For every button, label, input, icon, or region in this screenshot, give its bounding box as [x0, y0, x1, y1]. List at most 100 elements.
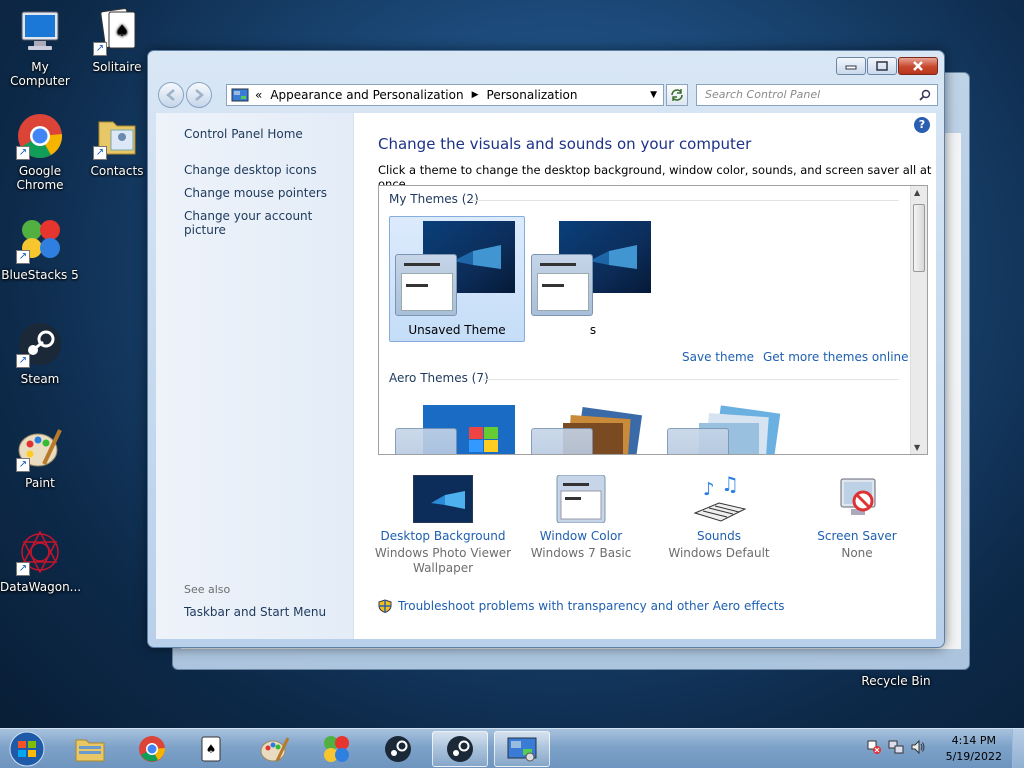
- theme-tile-s[interactable]: s: [525, 216, 661, 342]
- taskbar-explorer-button[interactable]: [62, 731, 118, 767]
- breadcrumb-prefix[interactable]: «: [255, 88, 262, 102]
- address-dropdown-icon[interactable]: ▼: [650, 90, 657, 100]
- windows-logo-icon: [9, 731, 45, 767]
- back-button[interactable]: [158, 82, 184, 108]
- taskbar-chrome-button[interactable]: [124, 731, 180, 767]
- navigation-bar: « Appearance and Personalization ▶ Perso…: [156, 81, 938, 109]
- change-desktop-icons-link[interactable]: Change desktop icons: [184, 163, 317, 177]
- desktop-icon-bluestacks[interactable]: ↗ BlueStacks 5: [0, 216, 80, 282]
- steam-icon: ↗: [16, 320, 64, 368]
- left-pane: Control Panel Home Change desktop icons …: [156, 113, 354, 639]
- breadcrumb-personalization[interactable]: Personalization: [487, 88, 578, 102]
- taskbar-start-menu-link[interactable]: Taskbar and Start Menu: [184, 605, 326, 619]
- desktop-icon-label: Google Chrome: [16, 164, 64, 192]
- close-button[interactable]: [898, 57, 938, 75]
- desktop-icon-label: DataWagon...: [0, 580, 82, 594]
- control-panel-home-link[interactable]: Control Panel Home: [184, 127, 303, 141]
- forward-button[interactable]: [186, 82, 212, 108]
- paint-icon: ↗: [16, 424, 64, 472]
- refresh-button[interactable]: [666, 84, 688, 106]
- svg-text:♪: ♪: [703, 479, 715, 500]
- control-panel-icon: [507, 737, 537, 762]
- help-icon[interactable]: ?: [914, 117, 930, 133]
- screen-saver-icon: [827, 475, 887, 523]
- datawagon-icon: ↗: [16, 528, 64, 576]
- change-mouse-pointers-link[interactable]: Change mouse pointers: [184, 186, 327, 200]
- screen-saver-label[interactable]: Screen Saver: [782, 529, 932, 543]
- search-placeholder: Search Control Panel: [705, 88, 821, 101]
- theme-tile-unsaved[interactable]: Unsaved Theme: [389, 216, 525, 342]
- window-color-label[interactable]: Window Color: [506, 529, 656, 543]
- volume-icon[interactable]: [910, 739, 926, 755]
- clock-time: 4:14 PM: [951, 734, 996, 747]
- desktop-icon-steam[interactable]: ↗ Steam: [0, 320, 80, 386]
- desktop-icon-contacts[interactable]: ↗ Contacts: [77, 112, 157, 178]
- sounds-label[interactable]: Sounds: [644, 529, 794, 543]
- aero-theme-tile-architecture[interactable]: [525, 400, 661, 454]
- sounds-item[interactable]: ♪ ♫ Sounds Windows Default: [644, 472, 794, 561]
- window-color-value: Windows 7 Basic: [530, 546, 632, 560]
- desktop-icon-datawagon[interactable]: ↗ DataWagon...: [0, 528, 82, 594]
- start-button[interactable]: [5, 730, 49, 768]
- taskbar-control-panel-button[interactable]: [494, 731, 550, 767]
- sounds-icon: ♪ ♫: [689, 472, 749, 523]
- search-input[interactable]: Search Control Panel: [696, 84, 938, 106]
- desktop-background-label[interactable]: Desktop Background: [368, 529, 518, 543]
- clock[interactable]: 4:14 PM 5/19/2022: [946, 733, 1002, 765]
- save-theme-link[interactable]: Save theme: [682, 350, 754, 364]
- steam-icon: [385, 736, 411, 762]
- sounds-value: Windows Default: [668, 546, 770, 560]
- desktop-icon-label: My Computer: [10, 60, 70, 88]
- maximize-button[interactable]: [867, 57, 897, 75]
- taskbar-solitaire-button[interactable]: ♠: [184, 731, 240, 767]
- action-center-icon[interactable]: [866, 739, 882, 755]
- network-icon[interactable]: [888, 739, 904, 755]
- breadcrumb-separator-icon[interactable]: ▶: [472, 90, 479, 100]
- scroll-up-icon[interactable]: ▲: [914, 188, 920, 197]
- search-icon[interactable]: [919, 89, 931, 101]
- back-arrow-icon: [166, 89, 175, 101]
- troubleshoot-item[interactable]: Troubleshoot problems with transparency …: [378, 599, 785, 613]
- breadcrumb-appearance[interactable]: Appearance and Personalization: [270, 88, 463, 102]
- desktop-background-item[interactable]: Desktop Background Windows Photo Viewer …: [368, 474, 518, 576]
- window-color-card: [531, 254, 593, 316]
- troubleshoot-link[interactable]: Troubleshoot problems with transparency …: [398, 599, 785, 613]
- content-area: Control Panel Home Change desktop icons …: [156, 113, 936, 639]
- aero-theme-tile-windows7[interactable]: [389, 400, 525, 454]
- desktop-icon-my-computer[interactable]: My Computer: [0, 8, 80, 88]
- scroll-thumb[interactable]: [913, 204, 925, 272]
- change-account-picture-link[interactable]: Change your account picture: [184, 209, 353, 237]
- my-themes-header: My Themes (2): [389, 192, 479, 206]
- themes-list[interactable]: My Themes (2) Unsaved Theme s Save theme…: [378, 185, 928, 455]
- bluestacks-icon: [324, 736, 349, 762]
- bluestacks-icon: ↗: [16, 216, 64, 264]
- theme-name: s: [589, 323, 597, 337]
- aero-themes-header: Aero Themes (7): [389, 371, 489, 385]
- address-bar[interactable]: « Appearance and Personalization ▶ Perso…: [226, 84, 664, 106]
- show-desktop-button[interactable]: [1012, 729, 1024, 768]
- get-more-themes-link[interactable]: Get more themes online: [763, 350, 909, 364]
- screen-saver-item[interactable]: Screen Saver None: [782, 475, 932, 561]
- taskbar-paint-button[interactable]: [246, 731, 302, 767]
- themes-scrollbar[interactable]: ▲ ▼: [910, 186, 927, 454]
- desktop-icon-chrome[interactable]: ↗ Google Chrome: [0, 112, 80, 192]
- svg-text:♠: ♠: [115, 21, 129, 40]
- scroll-down-icon[interactable]: ▼: [914, 443, 920, 452]
- clock-date: 5/19/2022: [945, 750, 1002, 763]
- desktop-icon-paint[interactable]: ↗ Paint: [0, 424, 80, 490]
- desktop-background-value: Windows Photo Viewer Wallpaper: [374, 546, 512, 575]
- svg-text:♫: ♫: [721, 475, 739, 496]
- main-pane: ? Change the visuals and sounds on your …: [354, 113, 936, 639]
- taskbar-bluestacks-button[interactable]: [308, 731, 364, 767]
- paint-icon: [260, 737, 289, 762]
- desktop-icon-label: Contacts: [90, 164, 144, 178]
- taskbar-steam-button[interactable]: [370, 731, 426, 767]
- divider: [483, 379, 899, 380]
- desktop-icon-solitaire[interactable]: ♠ ↗ Solitaire: [77, 8, 157, 74]
- window-color-item[interactable]: Window Color Windows 7 Basic: [506, 474, 656, 561]
- divider: [471, 200, 899, 201]
- chrome-icon: ↗: [16, 112, 64, 160]
- taskbar-steam-window-button[interactable]: [432, 731, 488, 767]
- minimize-button[interactable]: [836, 57, 866, 75]
- aero-theme-tile-characters[interactable]: [661, 400, 797, 454]
